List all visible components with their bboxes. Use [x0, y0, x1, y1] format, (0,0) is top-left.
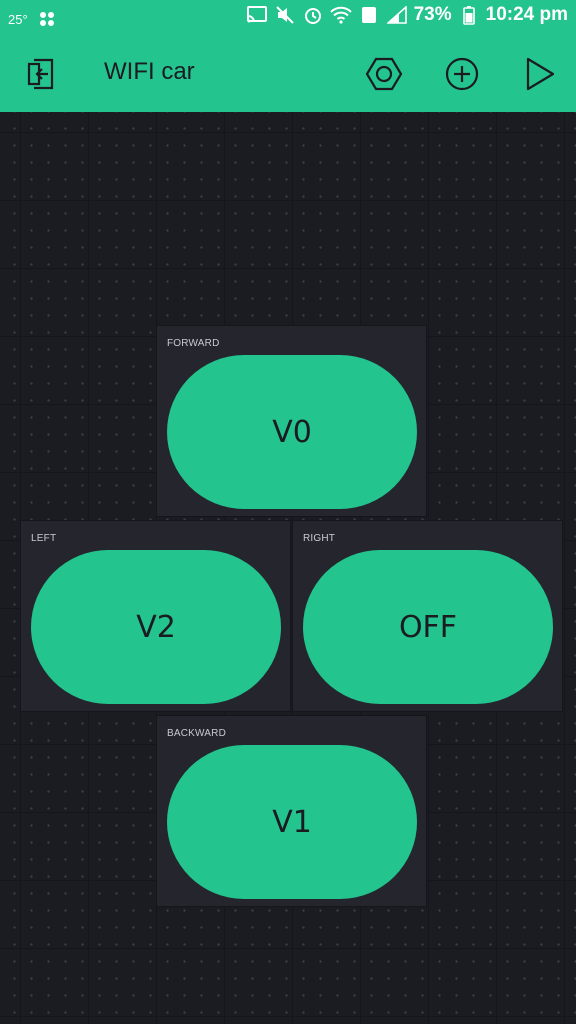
battery-percent: 73% [413, 4, 452, 25]
mute-icon [274, 4, 296, 26]
forward-button[interactable]: V0 [167, 355, 417, 509]
widget-right: RIGHT OFF [292, 520, 563, 712]
add-widget-button[interactable] [442, 54, 482, 94]
settings-button[interactable] [364, 54, 404, 94]
status-bar: 25° 73% 10:24 pm [0, 0, 576, 36]
battery-icon [458, 4, 480, 26]
play-button[interactable] [520, 54, 560, 94]
right-button[interactable]: OFF [303, 550, 553, 704]
play-icon [526, 57, 555, 91]
widget-label-right: RIGHT [303, 533, 336, 544]
app-toolbar: WIFI car [0, 36, 576, 112]
exit-icon [27, 58, 54, 90]
apps-grid-icon [36, 8, 58, 30]
signal-icon [386, 4, 408, 26]
widget-left: LEFT V2 [20, 520, 291, 712]
plus-circle-icon [445, 57, 479, 91]
backward-button[interactable]: V1 [167, 745, 417, 899]
widget-label-backward: BACKWARD [167, 728, 227, 739]
cast-icon [246, 4, 268, 26]
widget-label-left: LEFT [31, 533, 57, 544]
wifi-icon [329, 4, 352, 26]
widget-label-forward: FORWARD [167, 338, 220, 349]
hexagon-settings-icon [365, 57, 403, 91]
sim-icon [358, 4, 380, 26]
widget-canvas: FORWARD V0 LEFT V2 RIGHT OFF BACKWARD V1 [0, 112, 576, 1024]
widget-backward: BACKWARD V1 [156, 715, 427, 907]
clock-time: 10:24 pm [485, 4, 568, 25]
project-title: WIFI car [104, 58, 195, 85]
alarm-icon [302, 4, 324, 26]
exit-project-button[interactable] [22, 54, 62, 94]
widget-forward: FORWARD V0 [156, 325, 427, 517]
temperature-text: 25° [8, 11, 28, 27]
left-button[interactable]: V2 [31, 550, 281, 704]
